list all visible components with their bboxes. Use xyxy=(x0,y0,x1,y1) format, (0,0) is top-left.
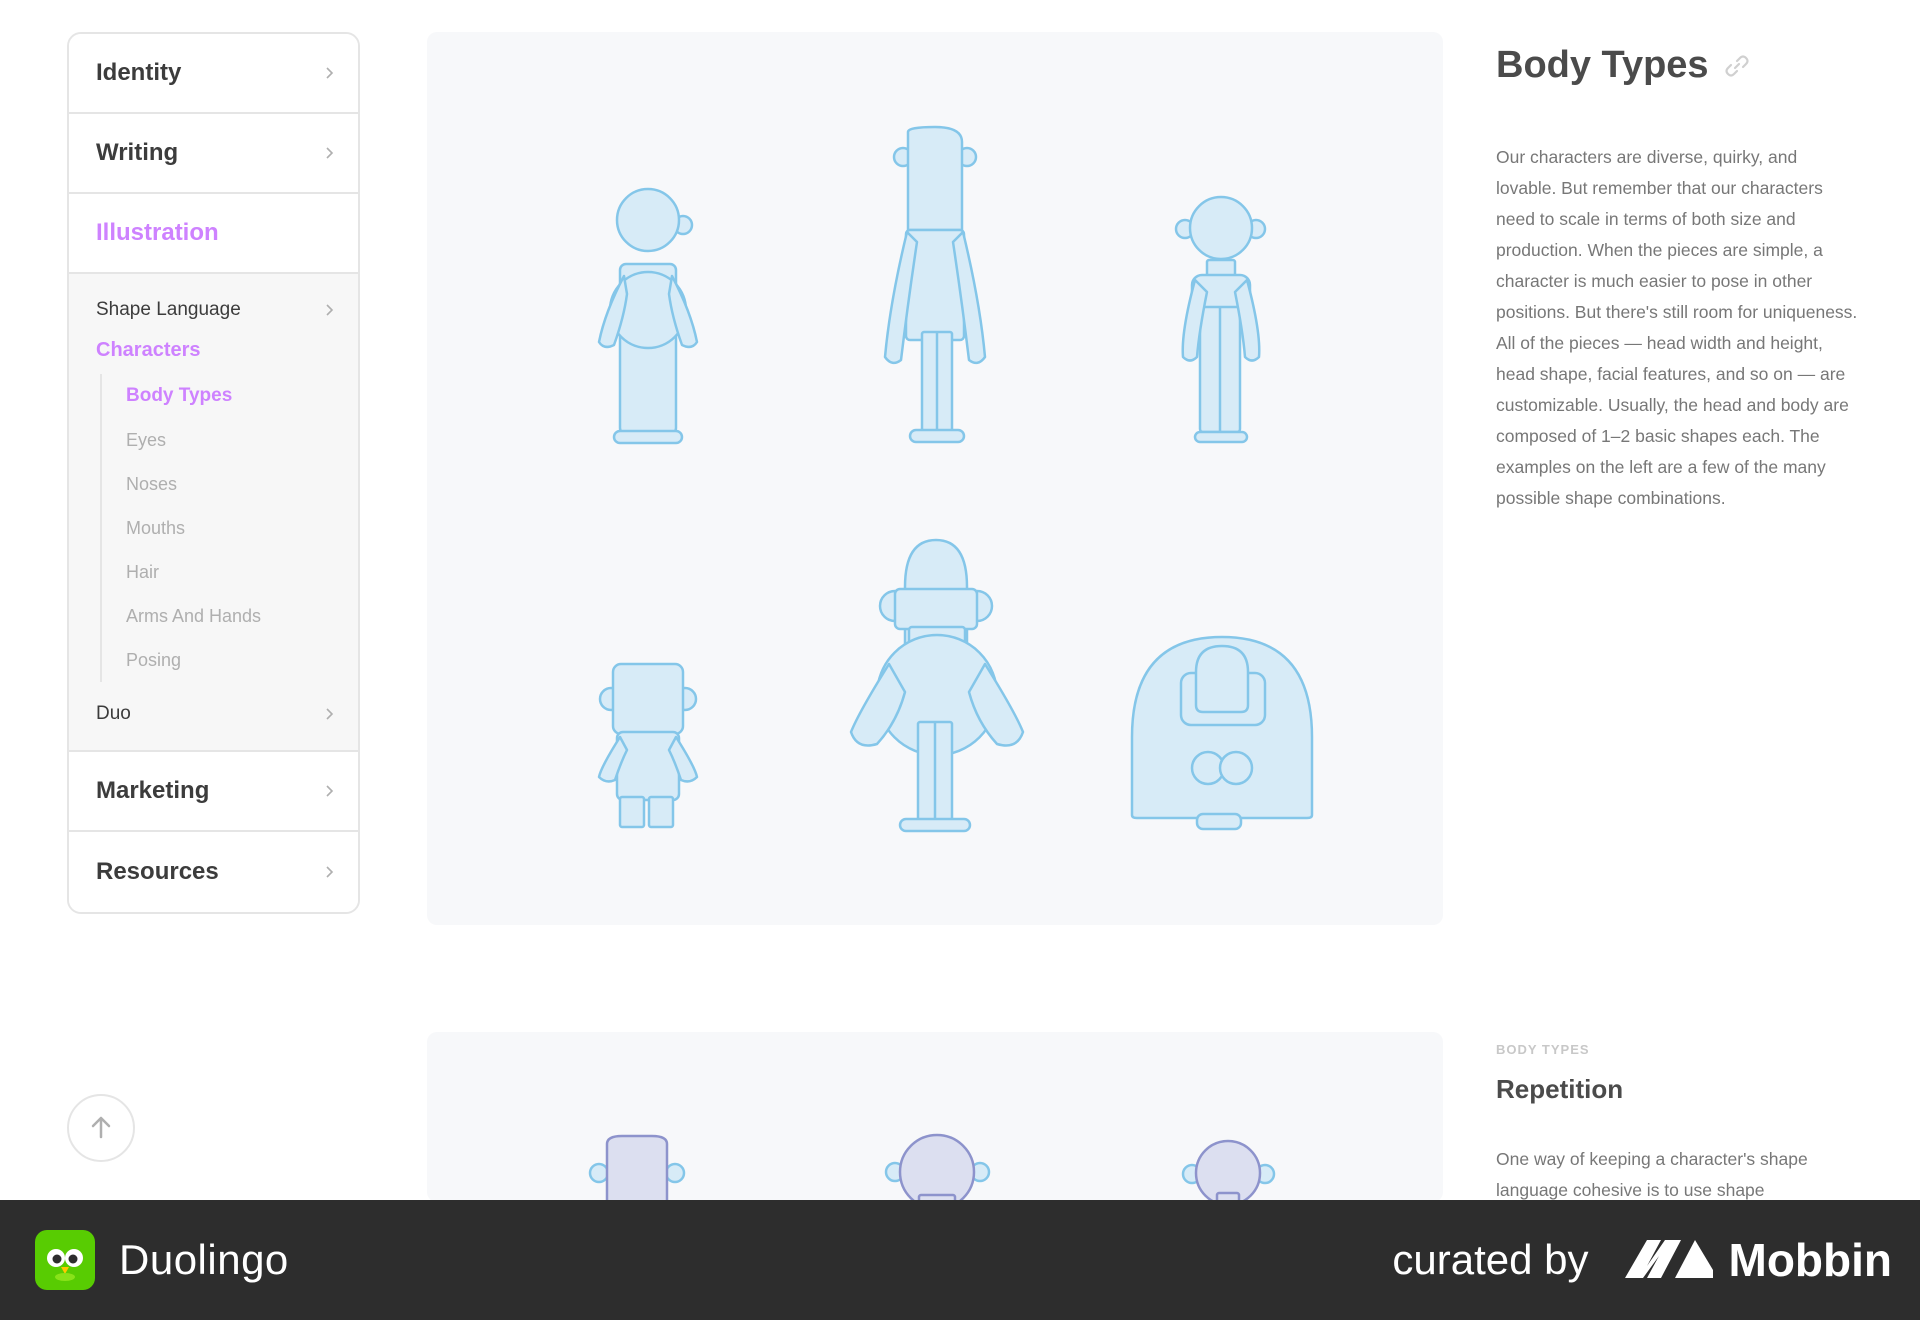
sidebar-nav: Identity Writing Illustration Shape Lang… xyxy=(67,32,360,914)
nav-item-label: Marketing xyxy=(96,777,210,804)
character-figure xyxy=(883,125,987,444)
nav-item-label: Illustration xyxy=(96,219,219,246)
nav-item-resources[interactable]: Resources xyxy=(69,832,358,912)
chevron-right-icon xyxy=(322,865,336,879)
illustration-subnav: Shape Language Characters Body Types Eye… xyxy=(69,274,358,752)
tree-item-posing[interactable]: Posing xyxy=(126,638,358,682)
duolingo-owl-icon xyxy=(35,1230,95,1290)
app-brand: Duolingo xyxy=(35,1230,289,1290)
tree-item-mouths[interactable]: Mouths xyxy=(126,506,358,550)
arrow-up-icon xyxy=(87,1113,115,1144)
character-figure xyxy=(1181,1139,1276,1202)
tree-item-arms-and-hands[interactable]: Arms And Hands xyxy=(126,594,358,638)
character-figure xyxy=(849,538,1025,833)
page-title: Body Types xyxy=(1496,44,1709,86)
character-figure xyxy=(597,187,699,445)
nav-item-label: Identity xyxy=(96,59,182,86)
chevron-right-icon xyxy=(322,707,336,721)
section-heading: Body Types xyxy=(1496,44,1861,87)
tree-item-eyes[interactable]: Eyes xyxy=(126,418,358,462)
nav-item-label: Resources xyxy=(96,858,219,885)
character-figure xyxy=(1174,195,1267,444)
subnav-item-label: Duo xyxy=(96,703,131,724)
nav-item-marketing[interactable]: Marketing xyxy=(69,752,358,832)
section-description: Our characters are diverse, quirky, and … xyxy=(1496,147,1858,508)
app-name: Duolingo xyxy=(119,1236,289,1283)
subnav-item-label: Shape Language xyxy=(96,299,241,320)
section-eyebrow: BODY TYPES xyxy=(1496,1042,1590,1057)
nav-item-illustration[interactable]: Illustration xyxy=(69,194,358,274)
footer-bar: Duolingo curated by Mobbin xyxy=(0,1200,1920,1320)
repetition-illustration xyxy=(427,1032,1443,1202)
subnav-item-characters[interactable]: Characters xyxy=(69,330,358,370)
tree-item-body-types[interactable]: Body Types xyxy=(126,374,358,418)
character-figure xyxy=(1130,635,1314,831)
curated-by-label: curated by xyxy=(1392,1236,1589,1283)
back-to-top-button[interactable] xyxy=(67,1094,135,1162)
curator-name: Mobbin xyxy=(1728,1234,1893,1286)
mobbin-logo-icon xyxy=(1624,1236,1713,1285)
subnav-item-label: Characters xyxy=(96,338,201,361)
mobbin-brand: Mobbin xyxy=(1624,1233,1893,1287)
nav-item-label: Writing xyxy=(96,139,179,166)
chevron-right-icon xyxy=(322,66,336,80)
character-figure xyxy=(597,662,699,829)
characters-tree: Body Types Eyes Noses Mouths Hair Arms A… xyxy=(100,374,358,682)
character-figure xyxy=(884,1133,991,1202)
chevron-right-icon xyxy=(322,784,336,798)
tree-item-hair[interactable]: Hair xyxy=(126,550,358,594)
chevron-right-icon xyxy=(322,146,336,160)
nav-item-identity[interactable]: Identity xyxy=(69,34,358,114)
body-types-illustration xyxy=(427,32,1443,925)
tree-item-noses[interactable]: Noses xyxy=(126,462,358,506)
subnav-item-duo[interactable]: Duo xyxy=(69,694,358,734)
section-description: One way of keeping a character's shape l… xyxy=(1496,1149,1808,1200)
chevron-right-icon xyxy=(322,303,336,317)
subnav-item-shape-language[interactable]: Shape Language xyxy=(69,290,358,330)
link-icon[interactable] xyxy=(1723,52,1751,80)
curator-credit: curated by Mobbin xyxy=(1392,1233,1892,1287)
nav-item-writing[interactable]: Writing xyxy=(69,114,358,194)
character-figure xyxy=(588,1134,686,1202)
section-title: Repetition xyxy=(1496,1074,1624,1104)
